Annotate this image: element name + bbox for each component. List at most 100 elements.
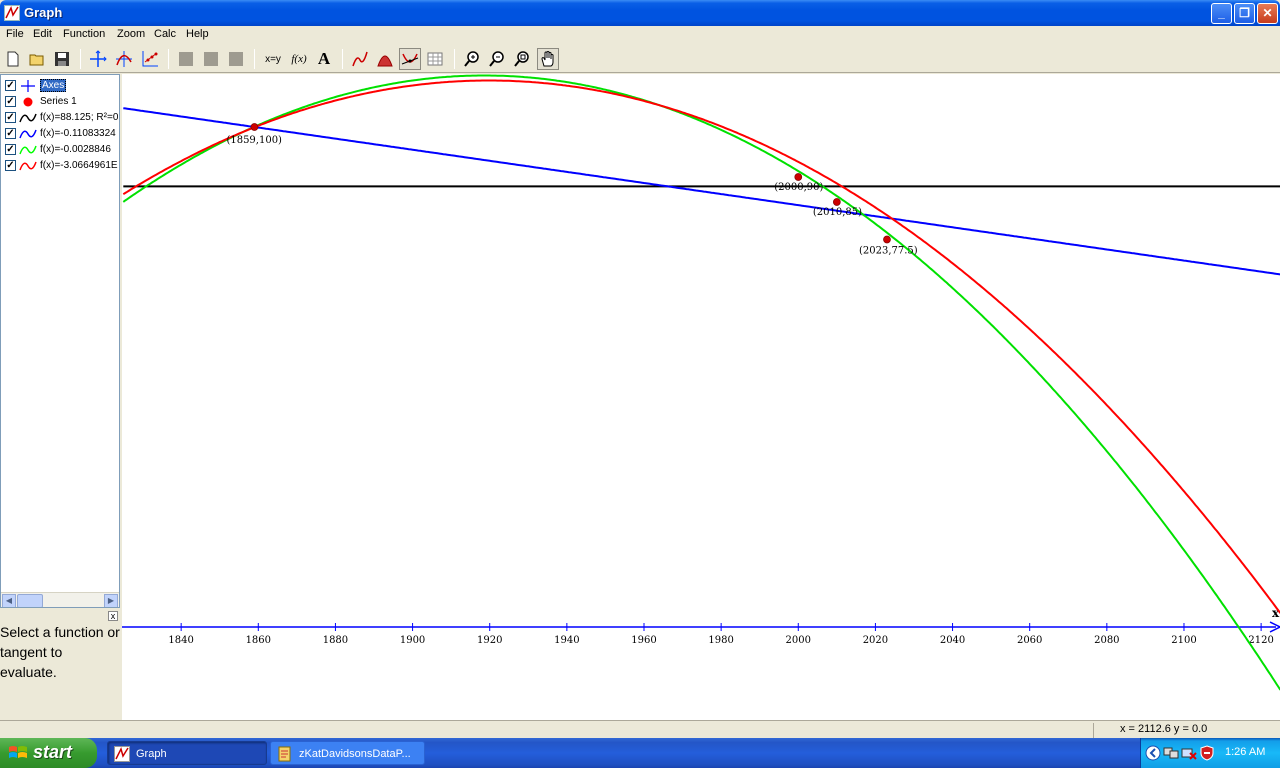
taskbar-item-data[interactable]: zKatDavidsonsDataP... (270, 741, 425, 765)
insert-label-fx-icon[interactable]: f(x) (288, 48, 310, 70)
x-tick-label: 2120 (1248, 635, 1273, 646)
open-icon[interactable] (26, 48, 48, 70)
shade-icon[interactable] (374, 48, 396, 70)
title-bar[interactable]: Graph _ ❐ ✕ (0, 0, 1280, 26)
visibility-checkbox[interactable]: ✓ (5, 144, 16, 155)
x-tick-label: 1940 (554, 635, 579, 646)
taskbar-item-graph[interactable]: Graph (107, 741, 267, 765)
data-point (832, 198, 841, 206)
scroll-left-icon[interactable]: ◀ (2, 594, 16, 607)
function-list-item[interactable]: ✓ Axes (3, 78, 119, 94)
graph-canvas[interactable]: x 1840 1860 1880 1900 1920 1940 1960 1980 2000 202… (122, 74, 1280, 720)
visibility-checkbox[interactable]: ✓ (5, 80, 16, 91)
menu-bar: File Edit Function Zoom Calc Help (0, 26, 1280, 45)
zoom-in-icon[interactable] (461, 48, 483, 70)
data-point-label: (1859,100) (226, 135, 282, 146)
axes-icon (21, 80, 35, 92)
function-curve-icon (19, 161, 37, 171)
maximize-button[interactable]: ❐ (1234, 3, 1255, 24)
x-tick-label: 1840 (168, 635, 193, 646)
save-icon[interactable] (51, 48, 73, 70)
zoom-fit-icon[interactable] (511, 48, 533, 70)
disabled-icon (200, 48, 222, 70)
visibility-checkbox[interactable]: ✓ (5, 96, 16, 107)
close-icon[interactable]: x (108, 611, 118, 621)
panel-splitter[interactable]: x (0, 610, 120, 622)
x-tick-label: 1960 (631, 635, 656, 646)
x-tick-label: 2080 (1094, 635, 1119, 646)
x-tick-label: 1880 (323, 635, 348, 646)
chevron-left-icon[interactable] (1145, 745, 1161, 761)
toolbar-separator (454, 49, 455, 69)
minimize-button[interactable]: _ (1211, 3, 1232, 24)
visibility-checkbox[interactable]: ✓ (5, 160, 16, 171)
menu-file[interactable]: File (6, 28, 24, 40)
visibility-checkbox[interactable]: ✓ (5, 112, 16, 123)
function-list-item[interactable]: ✓ f(x)=-0.0028846 (3, 142, 119, 158)
menu-zoom[interactable]: Zoom (117, 28, 145, 40)
visibility-checkbox[interactable]: ✓ (5, 128, 16, 139)
start-label: start (33, 742, 73, 762)
function-list-item[interactable]: ✓ f(x)=88.125; R²=0 (3, 110, 119, 126)
data-point-label: (2000,90) (774, 182, 823, 193)
zoom-out-icon[interactable] (486, 48, 508, 70)
menu-edit[interactable]: Edit (33, 28, 52, 40)
menu-calc[interactable]: Calc (154, 28, 176, 40)
scroll-right-icon[interactable]: ▶ (104, 594, 118, 607)
axes-icon[interactable] (87, 48, 109, 70)
tangent-icon[interactable] (399, 48, 421, 70)
move-hand-icon[interactable] (537, 48, 559, 70)
x-tick-label: 2040 (940, 635, 965, 646)
x-tick-label: 2060 (1017, 635, 1042, 646)
function-list-item[interactable]: ✓ f(x)=-0.11083324 (3, 126, 119, 142)
x-tick-label: 2020 (863, 635, 888, 646)
function-list-item[interactable]: ✓ f(x)=-3.0664961E (3, 158, 119, 174)
toolbar: x=y f(x) A (0, 45, 1280, 73)
function-curve-icon (19, 129, 37, 139)
data-point (883, 235, 891, 244)
function-label: f(x)=88.125; R²=0 (40, 112, 119, 123)
trendline-icon[interactable] (349, 48, 371, 70)
point-series-icon (23, 97, 33, 107)
close-button[interactable]: ✕ (1257, 3, 1278, 24)
x-tick-label: 2000 (786, 635, 811, 646)
network-error-icon[interactable] (1181, 745, 1197, 761)
disabled-icon (175, 48, 197, 70)
data-point (794, 173, 803, 181)
data-point-label: (2023,77.5) (859, 246, 918, 257)
x-tick-label: 1920 (477, 635, 502, 646)
insert-function-icon[interactable] (113, 48, 135, 70)
cursor-coordinates: x = 2112.6 y = 0.0 (1093, 723, 1241, 738)
function-list-item[interactable]: ✓ Series 1 (3, 94, 119, 110)
toolbar-separator (80, 49, 81, 69)
security-shield-icon[interactable] (1199, 745, 1215, 761)
taskbar-item-label: zKatDavidsonsDataP... (299, 748, 411, 760)
start-button[interactable]: start (0, 738, 97, 768)
x-tick-label: 1860 (246, 635, 271, 646)
function-label: Series 1 (40, 96, 77, 107)
new-icon[interactable] (2, 48, 24, 70)
x-tick-label: 1980 (708, 635, 733, 646)
table-icon[interactable] (424, 48, 446, 70)
function-curve-icon (19, 113, 37, 123)
evaluate-xy-icon[interactable]: x=y (262, 48, 284, 70)
insert-text-icon[interactable]: A (313, 48, 335, 70)
menu-help[interactable]: Help (186, 28, 209, 40)
network-icon[interactable] (1163, 745, 1179, 761)
graph-window: Graph _ ❐ ✕ File Edit Function Zoom Calc… (0, 0, 1280, 738)
document-icon (278, 746, 291, 762)
data-point-label: (2010,85) (813, 207, 862, 218)
horizontal-scrollbar[interactable]: ◀ ▶ (1, 592, 119, 607)
scroll-thumb[interactable] (17, 594, 43, 607)
function-curve-2 (123, 107, 1280, 276)
function-panel: ✓ Axes ✓ Series 1 ✓ f(x)=88.125; R²=0 ✓ f(x)=-0… (0, 74, 120, 720)
menu-function[interactable]: Function (63, 28, 105, 40)
function-curve-icon (19, 145, 37, 155)
function-list: ✓ Axes ✓ Series 1 ✓ f(x)=88.125; R²=0 ✓ f(x)=-0… (0, 74, 120, 608)
disabled-icon (225, 48, 247, 70)
data-point (250, 123, 259, 131)
insert-point-series-icon[interactable] (139, 48, 161, 70)
function-label: f(x)=-0.11083324 (40, 128, 116, 139)
function-label: f(x)=-3.0664961E (40, 160, 118, 171)
graph-app-icon (114, 746, 130, 762)
